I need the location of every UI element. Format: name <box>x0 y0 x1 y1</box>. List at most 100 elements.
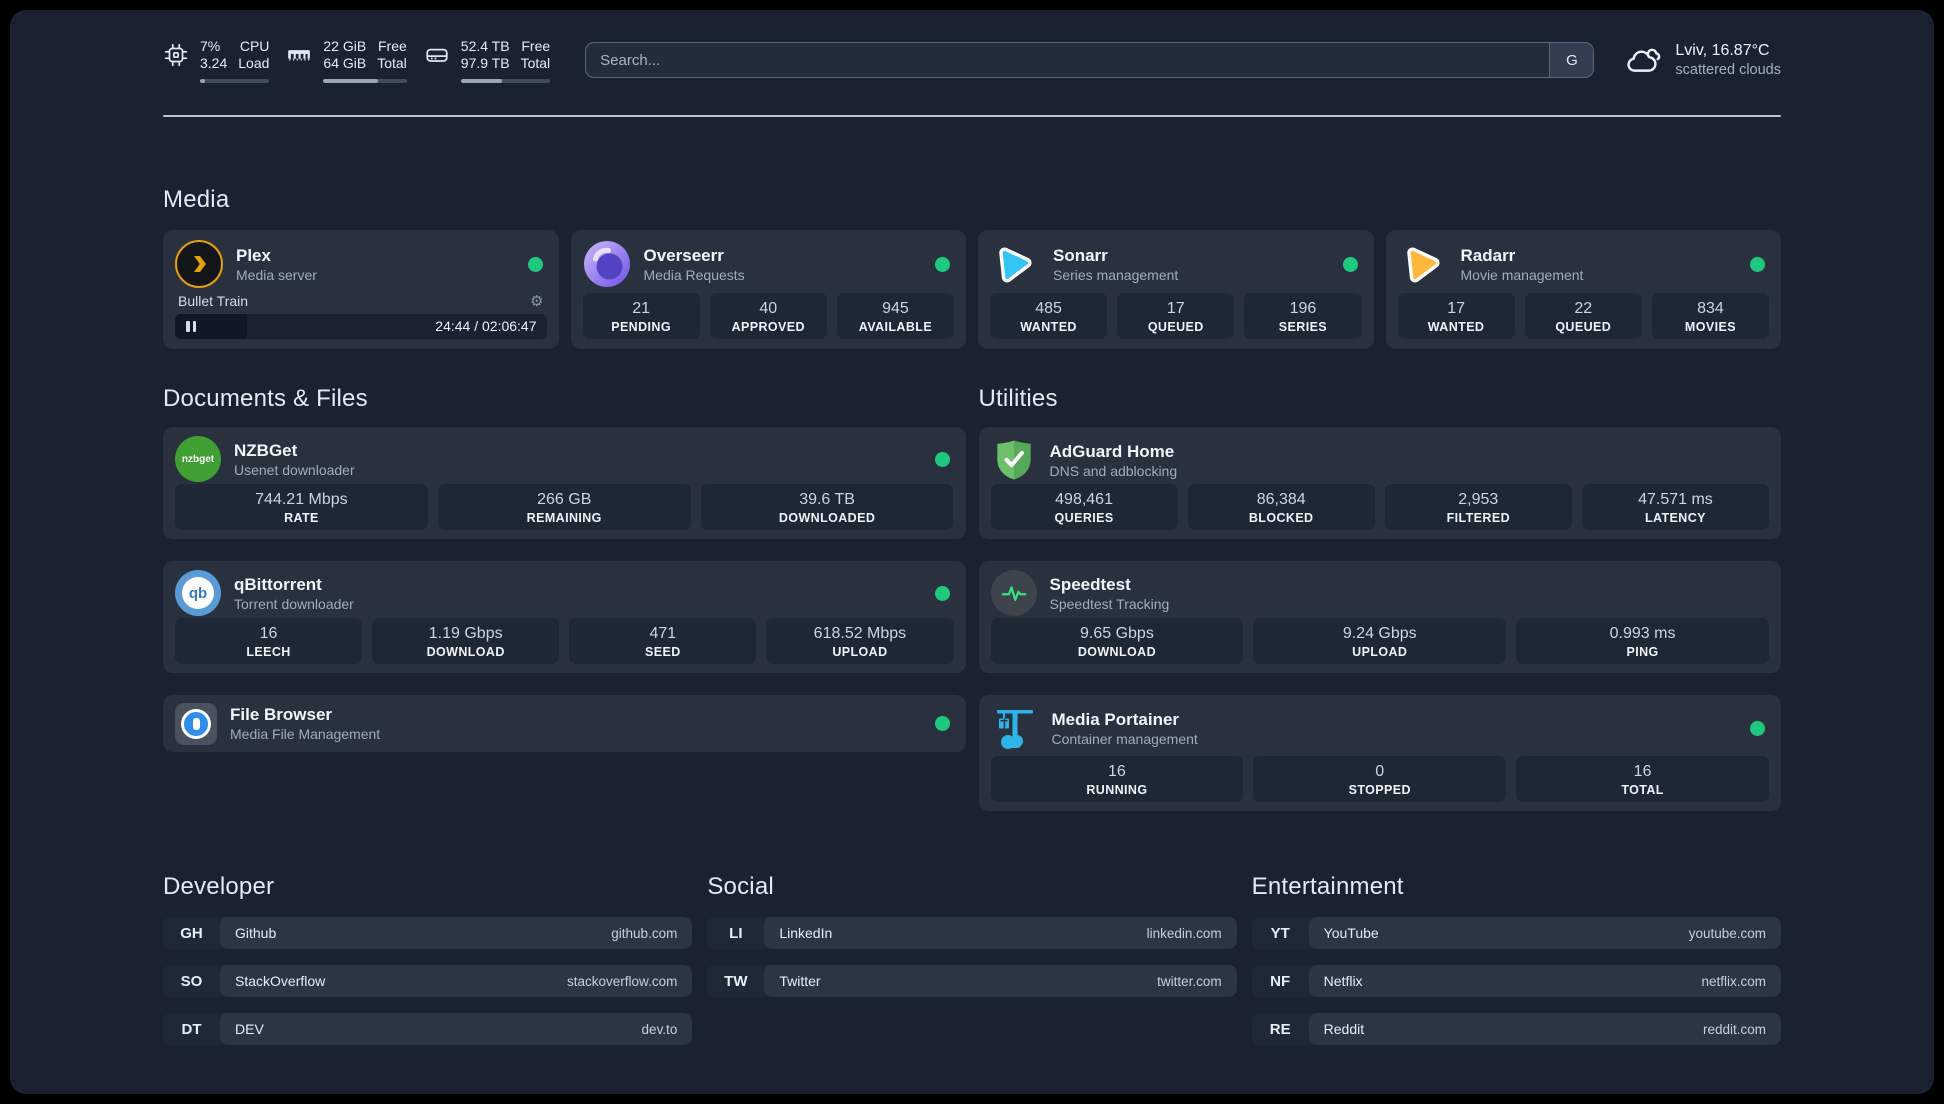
bookmark-abbr: TW <box>724 972 748 990</box>
app-subtitle: Series management <box>1053 266 1179 283</box>
stat-wanted: 485 WANTED <box>990 293 1108 339</box>
app-card-nzbget[interactable]: nzbget NZBGet Usenet downloader 744.21 M… <box>163 427 966 539</box>
stat-approved: 40 APPROVED <box>709 293 827 339</box>
app-title: AdGuard Home <box>1049 441 1175 461</box>
bookmark-name: YouTube <box>1323 925 1379 941</box>
stat-stopped: 0 STOPPED <box>1253 756 1507 802</box>
filebrowser-icon <box>175 702 217 745</box>
status-dot <box>1342 256 1358 272</box>
sonarr-icon <box>990 240 1040 288</box>
bookmark-domain: stackoverflow.com <box>567 973 678 989</box>
overseerr-icon <box>583 240 631 288</box>
status-dot <box>1750 256 1765 272</box>
qbittorrent-icon: qb <box>175 570 221 616</box>
radarr-icon <box>1398 240 1448 288</box>
playback-progress-bar[interactable]: 24:44 / 02:06:47 <box>175 314 547 339</box>
cpu-icon <box>164 43 188 66</box>
app-card-portainer[interactable]: Media Portainer Container management 16 … <box>978 695 1781 811</box>
app-title: NZBGet <box>234 440 298 460</box>
cpu-usage-label: CPU <box>239 37 270 54</box>
bookmark-stackoverflow[interactable]: SO StackOverflow stackoverflow.com <box>163 965 693 997</box>
app-subtitle: Usenet downloader <box>234 461 355 478</box>
cpu-usage-value: 7% <box>200 37 221 54</box>
search-provider-button[interactable]: G <box>1549 43 1594 77</box>
bookmark-abbr: YT <box>1270 924 1290 942</box>
cpu-load-label: Load <box>238 54 270 71</box>
bookmark-github[interactable]: GH Github github.com <box>163 917 693 949</box>
app-card-overseerr[interactable]: Overseerr Media Requests 21 PENDING 40 A… <box>570 230 966 349</box>
playback-time: 24:44 / 02:06:47 <box>435 318 537 334</box>
app-title: Speedtest <box>1049 574 1131 594</box>
section-title-media: Media <box>163 186 230 213</box>
bookmark-domain: netflix.com <box>1701 973 1766 989</box>
disk-icon <box>426 48 448 62</box>
bookmark-netflix[interactable]: NF Netflix netflix.com <box>1251 965 1781 997</box>
bookmark-youtube[interactable]: YT YouTube youtube.com <box>1251 917 1781 949</box>
pause-icon[interactable] <box>186 321 196 332</box>
topbar-divider <box>163 115 1781 117</box>
app-card-plex[interactable]: Plex Media server Bullet Train ⚙ 24:44 /… <box>163 230 559 349</box>
app-card-adguard[interactable]: AdGuard Home DNS and adblocking 498,461 … <box>978 427 1781 539</box>
stat-downloaded: 39.6 TB DOWNLOADED <box>700 484 954 530</box>
stat-download: 1.19 Gbps DOWNLOAD <box>372 618 560 664</box>
stat-upload: 9.24 Gbps UPLOAD <box>1253 618 1507 664</box>
cpu-widget: 7% 3.24 CPU Load <box>163 37 270 83</box>
app-subtitle: Movie management <box>1460 266 1584 283</box>
app-card-radarr[interactable]: Radarr Movie management 17 WANTED 22 QUE… <box>1385 230 1781 349</box>
search-input[interactable] <box>586 43 1550 77</box>
app-card-filebrowser[interactable]: File Browser Media File Management <box>163 695 966 752</box>
bookmark-linkedin[interactable]: LI LinkedIn linkedin.com <box>707 917 1237 949</box>
bookmark-reddit[interactable]: RE Reddit reddit.com <box>1251 1013 1781 1045</box>
app-card-qbittorrent[interactable]: qb qBittorrent Torrent downloader 16 LEE… <box>163 561 966 673</box>
portainer-icon <box>991 704 1039 752</box>
bookmark-abbr: LI <box>729 924 743 942</box>
weather-location-temp: Lviv, 16.87°C <box>1675 42 1770 59</box>
bookmark-twitter[interactable]: TW Twitter twitter.com <box>707 965 1237 997</box>
bookmark-name: Github <box>235 925 277 941</box>
bookmark-name: Reddit <box>1323 1021 1365 1037</box>
bookmark-name: DEV <box>235 1021 264 1037</box>
bookmark-dev[interactable]: DT DEV dev.to <box>163 1013 693 1045</box>
status-dot <box>1750 720 1765 736</box>
bookmark-abbr: RE <box>1269 1020 1291 1038</box>
status-dot <box>527 256 543 272</box>
stat-series: 196 SERIES <box>1244 293 1362 339</box>
section-title-utilities: Utilities <box>978 385 1058 412</box>
bookmark-domain: twitter.com <box>1157 973 1222 989</box>
bookmark-domain: dev.to <box>641 1021 678 1037</box>
app-card-speedtest[interactable]: Speedtest Speedtest Tracking 9.65 Gbps D… <box>978 561 1781 673</box>
plex-icon <box>175 240 223 288</box>
bookmark-abbr: SO <box>180 972 203 990</box>
memory-total-label: Total <box>377 54 407 71</box>
app-card-sonarr[interactable]: Sonarr Series management 485 WANTED 17 Q… <box>978 230 1374 349</box>
bookmark-name: LinkedIn <box>779 925 833 941</box>
bookmark-domain: youtube.com <box>1688 925 1766 941</box>
status-dot <box>935 256 950 272</box>
app-subtitle: Media File Management <box>230 726 381 742</box>
stat-remaining: 266 GB REMAINING <box>437 484 691 530</box>
stat-available: 945 AVAILABLE <box>836 293 955 339</box>
stat-upload: 618.52 Mbps UPLOAD <box>766 618 954 664</box>
stat-running: 16 RUNNING <box>990 756 1244 802</box>
bookmark-domain: github.com <box>611 925 678 941</box>
search-bar: G <box>585 42 1595 78</box>
app-subtitle: Torrent downloader <box>234 595 354 612</box>
memory-widget: 22 GiB 64 GiB Free Total <box>286 37 407 83</box>
memory-free-label: Free <box>378 37 407 54</box>
disk-total-value: 97.9 TB <box>460 54 510 71</box>
status-dot <box>934 716 950 731</box>
stat-queued: 17 QUEUED <box>1117 293 1235 339</box>
app-title: File Browser <box>230 705 333 724</box>
stat-latency: 47.571 ms LATENCY <box>1581 484 1769 530</box>
bookmark-abbr: DT <box>181 1020 202 1038</box>
bookmark-name: Twitter <box>779 973 821 989</box>
disk-free-label: Free <box>521 37 551 54</box>
status-dot <box>934 451 950 467</box>
app-subtitle: DNS and adblocking <box>1049 462 1178 479</box>
status-dot <box>934 585 950 601</box>
app-subtitle: Media Requests <box>643 266 745 283</box>
section-title-social: Social <box>707 873 774 900</box>
bookmark-name: Netflix <box>1323 973 1363 989</box>
section-title-entertainment: Entertainment <box>1251 873 1404 900</box>
speedtest-icon <box>990 570 1037 616</box>
